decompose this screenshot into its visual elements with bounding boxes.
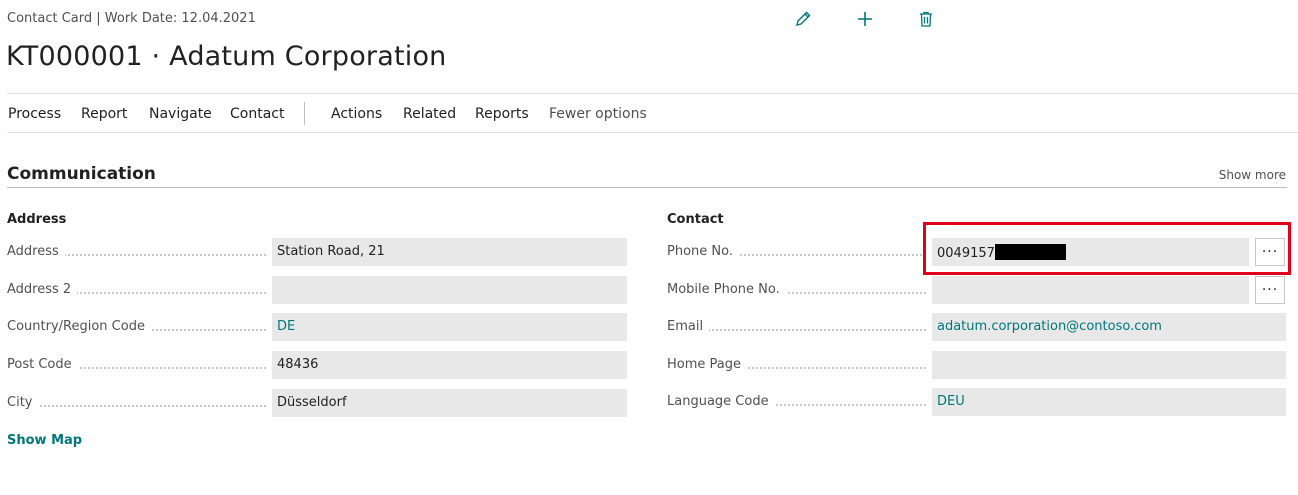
address-field: Address Station Road, 21 bbox=[7, 238, 627, 266]
phone-no-value: 0049157 bbox=[937, 246, 995, 261]
action-navigate[interactable]: Navigate bbox=[149, 106, 212, 122]
action-related[interactable]: Related bbox=[403, 106, 456, 122]
country-region-code-input[interactable]: DE bbox=[272, 313, 627, 341]
home-page-field: Home Page bbox=[667, 351, 1287, 379]
edit-icon[interactable] bbox=[792, 8, 814, 30]
new-icon[interactable] bbox=[854, 8, 876, 30]
phone-no-assist-button[interactable]: ··· bbox=[1255, 238, 1285, 266]
delete-icon[interactable] bbox=[915, 8, 937, 30]
field-label: City bbox=[7, 395, 39, 410]
field-label: Phone No. bbox=[667, 244, 739, 259]
breadcrumb: Contact Card | Work Date: 12.04.2021 bbox=[7, 11, 256, 26]
action-divider bbox=[304, 102, 305, 125]
field-label: Address 2 bbox=[7, 282, 78, 297]
email-input[interactable]: adatum.corporation@contoso.com bbox=[932, 313, 1286, 341]
page-title: KT000001 · Adatum Corporation bbox=[6, 41, 447, 72]
language-code-input[interactable]: DEU bbox=[932, 388, 1286, 416]
show-map-link[interactable]: Show Map bbox=[7, 433, 82, 448]
action-process[interactable]: Process bbox=[8, 106, 61, 122]
field-label: Mobile Phone No. bbox=[667, 282, 786, 297]
email-field: Email adatum.corporation@contoso.com bbox=[667, 313, 1287, 341]
post-code-field: Post Code 48436 bbox=[7, 351, 627, 379]
field-label: Email bbox=[667, 319, 710, 334]
action-reports[interactable]: Reports bbox=[475, 106, 529, 122]
field-label: Language Code bbox=[667, 394, 775, 409]
action-actions[interactable]: Actions bbox=[331, 106, 382, 122]
field-label: Address bbox=[7, 244, 65, 259]
action-report[interactable]: Report bbox=[81, 106, 127, 122]
address-2-field: Address 2 bbox=[7, 276, 627, 304]
field-label: Post Code bbox=[7, 357, 78, 372]
country-region-code-field: Country/Region Code DE bbox=[7, 313, 627, 341]
action-contact[interactable]: Contact bbox=[230, 106, 284, 122]
city-input[interactable]: Düsseldorf bbox=[272, 389, 627, 417]
redaction-block bbox=[994, 244, 1066, 260]
address-input[interactable]: Station Road, 21 bbox=[272, 238, 627, 266]
action-bar: Process Report Navigate Contact Actions … bbox=[0, 100, 1298, 128]
section-title[interactable]: Communication bbox=[7, 164, 156, 184]
phone-no-input[interactable]: 0049157 bbox=[932, 238, 1249, 266]
address-2-input[interactable] bbox=[272, 276, 627, 304]
actionbar-divider bbox=[7, 132, 1298, 133]
mobile-phone-no-assist-button[interactable]: ··· bbox=[1255, 276, 1285, 304]
contact-group-title: Contact bbox=[667, 212, 724, 227]
mobile-phone-no-input[interactable] bbox=[932, 276, 1249, 304]
section-divider bbox=[7, 187, 1287, 188]
home-page-input[interactable] bbox=[932, 351, 1286, 379]
header-divider bbox=[7, 93, 1298, 94]
field-label: Country/Region Code bbox=[7, 319, 151, 334]
post-code-input[interactable]: 48436 bbox=[272, 351, 627, 379]
show-more-link[interactable]: Show more bbox=[1219, 168, 1286, 182]
phone-no-field: Phone No. 0049157 bbox=[667, 238, 1287, 266]
address-group-title: Address bbox=[7, 212, 67, 227]
field-label: Home Page bbox=[667, 357, 747, 372]
mobile-phone-no-field: Mobile Phone No. bbox=[667, 276, 1287, 304]
language-code-field: Language Code DEU bbox=[667, 388, 1287, 416]
city-field: City Düsseldorf bbox=[7, 389, 627, 417]
action-fewer-options[interactable]: Fewer options bbox=[549, 106, 647, 122]
